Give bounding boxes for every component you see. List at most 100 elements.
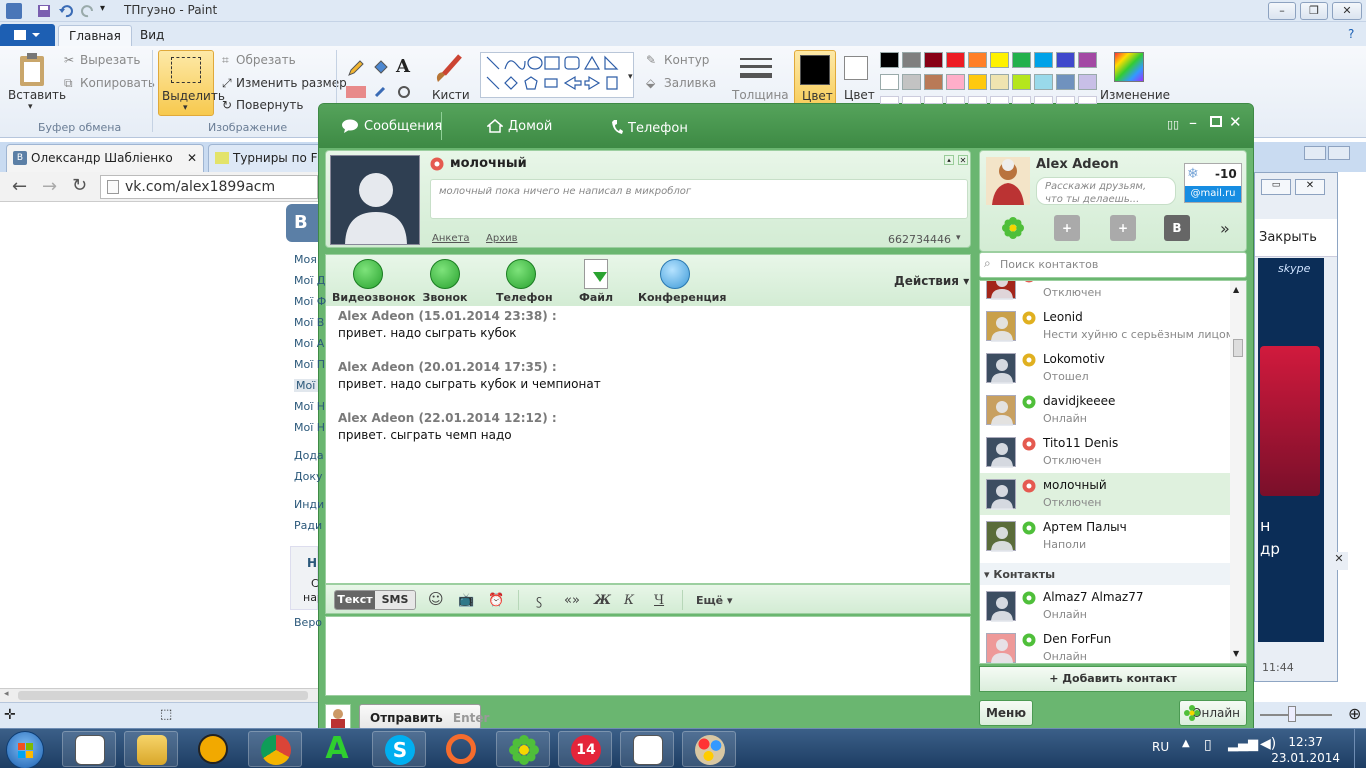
help-icon[interactable]: ? (1348, 27, 1354, 41)
taskbar-skype[interactable]: S (372, 731, 426, 767)
contact-list-item[interactable]: молочный Отключен (980, 473, 1230, 515)
vk-logo[interactable]: B (286, 204, 318, 242)
minimize-button[interactable]: – (1189, 113, 1203, 132)
add-contact-button[interactable]: + Добавить контакт (979, 666, 1247, 692)
palette-color-swatch[interactable] (1078, 74, 1097, 90)
paint-app-icon[interactable] (6, 3, 22, 19)
thickness-icon[interactable] (740, 56, 772, 84)
custom-color-slot[interactable] (990, 96, 1009, 104)
layout-icon[interactable]: ▯▯ (1167, 118, 1181, 131)
color2-swatch[interactable] (844, 56, 868, 80)
maximize-button[interactable] (1328, 146, 1350, 160)
conference-button[interactable]: Конференция (638, 259, 726, 304)
address-bar[interactable]: vk.com/alex1899acm (100, 175, 318, 199)
tab-home[interactable]: Домой (487, 119, 552, 134)
phone-button[interactable]: Телефон (496, 259, 553, 304)
profile-link[interactable]: Анкета (432, 233, 470, 244)
scrollbar-thumb[interactable] (1233, 339, 1243, 357)
shapes-gallery[interactable] (480, 52, 634, 98)
taskbar-paint[interactable] (682, 731, 736, 767)
contact-list-item[interactable]: 017370430 Отключен (980, 281, 1230, 305)
taskbar-a-app[interactable]: A (310, 731, 364, 767)
device-icon[interactable]: ▯ (1204, 737, 1212, 753)
maximize-button[interactable]: ❐ (1300, 2, 1328, 20)
cut-button[interactable]: Вырезать (80, 53, 141, 67)
contact-avatar[interactable] (330, 155, 420, 245)
forward-arrow-icon[interactable]: → (42, 176, 57, 197)
select-button[interactable]: Выделить ▾ (158, 50, 225, 116)
icq-flower-icon[interactable] (1002, 217, 1024, 239)
contact-list-item[interactable]: davidjkeeee Онлайн (980, 389, 1230, 431)
pencil-icon[interactable] (346, 58, 366, 78)
my-avatar[interactable] (986, 157, 1030, 205)
taskbar-badge-14[interactable]: 14 (558, 731, 612, 767)
edit-colors-icon[interactable] (1114, 52, 1144, 82)
taskbar-paint-doc[interactable] (62, 731, 116, 767)
eraser-icon[interactable] (346, 86, 366, 98)
vk-menu-item[interactable]: Мої Д (294, 274, 325, 287)
undo-icon[interactable] (58, 3, 74, 19)
zoom-in-icon[interactable]: ⊕ (1348, 704, 1361, 723)
italic-button[interactable]: К (624, 593, 634, 608)
palette-color-swatch[interactable] (902, 52, 921, 68)
zoom-slider-thumb[interactable] (1288, 706, 1296, 722)
show-hidden-icons[interactable]: ▲ (1182, 738, 1190, 749)
start-button[interactable] (6, 731, 44, 768)
vk-menu-item[interactable]: Мої Н (294, 421, 325, 434)
custom-color-slot[interactable] (946, 96, 965, 104)
vk-menu-item[interactable]: Ради (294, 519, 322, 532)
text-mode-button[interactable]: Текст (335, 591, 375, 609)
edit-colors-button[interactable]: Изменение (1100, 88, 1170, 102)
menu-button[interactable]: Меню (979, 700, 1033, 726)
palette-color-swatch[interactable] (1012, 74, 1031, 90)
paste-icon[interactable] (18, 52, 46, 88)
palette-color-swatch[interactable] (946, 74, 965, 90)
palette-color-swatch[interactable] (968, 74, 987, 90)
contact-search-input[interactable]: ⌕ Поиск контактов (979, 252, 1247, 278)
taskbar-explorer[interactable] (124, 731, 178, 767)
palette-color-swatch[interactable] (990, 52, 1009, 68)
quote-button[interactable]: «» (564, 593, 580, 608)
media-icon[interactable]: 📺 (458, 593, 474, 608)
close-button[interactable]: ✕ (1295, 179, 1325, 195)
close-icon[interactable]: ✕ (1330, 552, 1348, 570)
outline-button[interactable]: Контур (664, 53, 709, 67)
maximize-button[interactable] (1210, 116, 1222, 127)
sms-mode-button[interactable]: SMS (375, 591, 415, 609)
my-status-input[interactable]: Расскажи друзьям, что ты делаешь... (1036, 177, 1176, 205)
palette-color-swatch[interactable] (946, 52, 965, 68)
video-call-button[interactable]: Видеозвонок (332, 259, 416, 304)
brushes-button[interactable]: Кисти (432, 88, 470, 102)
custom-color-slot[interactable] (968, 96, 987, 104)
network-signal-icon[interactable]: ▂▄▆ (1228, 737, 1258, 752)
custom-color-slot[interactable] (1012, 96, 1031, 104)
language-indicator[interactable]: RU (1152, 740, 1169, 754)
vk-menu-item[interactable]: Моя (294, 253, 317, 266)
copy-button[interactable]: Копировать (80, 76, 155, 90)
vk-menu-item[interactable]: Мої В (294, 316, 324, 329)
paste-button[interactable]: Вставить (8, 88, 66, 102)
palette-color-swatch[interactable] (924, 74, 943, 90)
palette-color-swatch[interactable] (880, 74, 899, 90)
alarm-icon[interactable]: ⏰ (488, 593, 504, 608)
collapse-icon[interactable]: ▴ (944, 155, 954, 165)
add-odnoklassniki-icon[interactable]: + (1110, 215, 1136, 241)
translit-icon[interactable]: Ꚃ (536, 594, 542, 609)
vk-menu-item[interactable]: Мої А (294, 337, 324, 350)
palette-color-swatch[interactable] (902, 74, 921, 90)
send-button[interactable]: Отправить Enter (359, 704, 489, 730)
taskbar-aimp[interactable] (186, 731, 240, 767)
contact-list-item[interactable]: Артем Палыч Наполи (980, 515, 1230, 557)
vk-menu-item[interactable]: Дода (294, 449, 324, 462)
more-accounts-icon[interactable]: » (1220, 219, 1230, 238)
restore-button[interactable]: ▭ (1261, 179, 1291, 195)
my-avatar-small[interactable] (325, 704, 351, 730)
close-link[interactable]: Закрыть (1259, 230, 1317, 245)
actions-menu[interactable]: Действия ▾ (894, 274, 969, 288)
more-button[interactable]: Ещё ▾ (696, 594, 733, 607)
horizontal-scrollbar[interactable]: ◂ (0, 688, 318, 702)
contact-list-item[interactable]: Den ForFun Онлайн (980, 627, 1230, 663)
taskbar-icq[interactable] (496, 731, 550, 767)
scroll-down-icon[interactable]: ▼ (1233, 649, 1239, 658)
quick-access-dropdown-icon[interactable]: ▾ (100, 3, 116, 19)
